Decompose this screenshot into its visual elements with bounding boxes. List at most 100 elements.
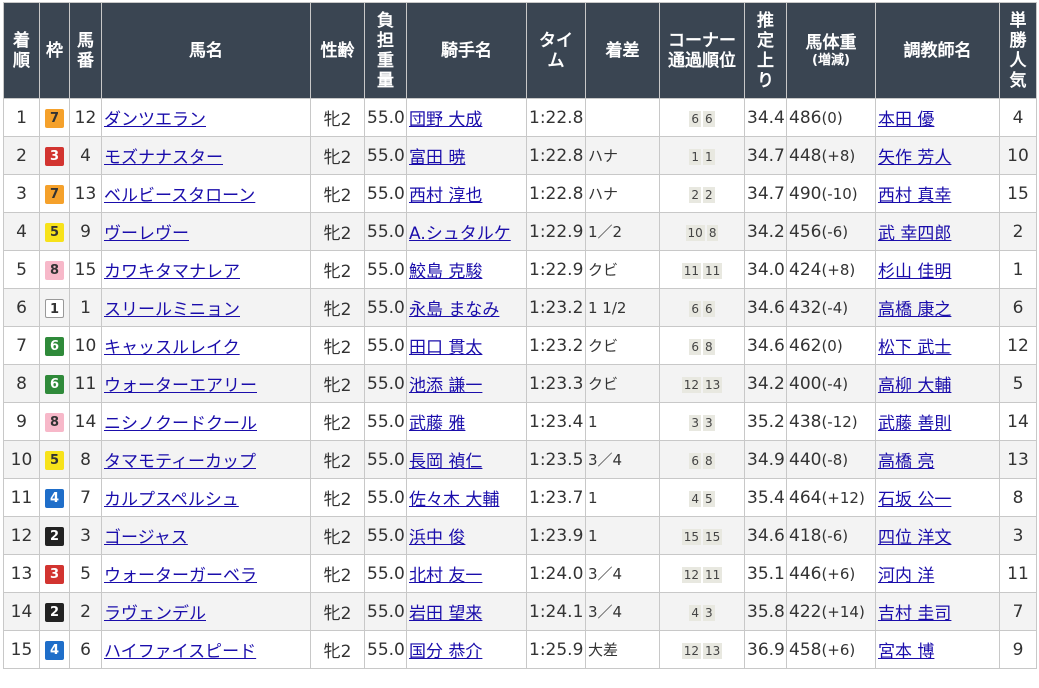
margin-value: 3／4 [588, 451, 623, 469]
horse-name-link[interactable]: ニシノクードクール [104, 414, 257, 434]
time-value: 1:23.2 [529, 335, 584, 356]
trainer-link[interactable]: 高橋 康之 [878, 300, 951, 320]
horse-name-link[interactable]: タマモティーカップ [104, 452, 256, 472]
trainer-link[interactable]: 杉山 佳明 [878, 262, 951, 282]
horse-name-link[interactable]: ベルビースタローン [104, 186, 255, 206]
corner-position-2: 11 [703, 566, 723, 583]
table-row: 6 1 1 スリールミニョン 牝2 55.0 永島 まなみ 1:23.2 1 1/2 6 6 34.6… [3, 288, 1037, 327]
popularity-cell: 7 [999, 592, 1037, 631]
body-weight-cell: 490(-10) [786, 174, 876, 213]
trainer-cell: 石坂 公一 [875, 478, 1000, 517]
trainer-link[interactable]: 石坂 公一 [878, 490, 951, 510]
sex-age-value: 牝2 [323, 604, 352, 624]
jockey-cell: 鮫島 克駿 [406, 250, 527, 289]
jockey-link[interactable]: A.シュタルケ [409, 224, 511, 244]
time-cell: 1:23.2 [526, 326, 586, 365]
popularity-value: 3 [1012, 525, 1024, 546]
trainer-link[interactable]: 松下 武士 [878, 338, 951, 358]
popularity-value: 7 [1012, 601, 1024, 622]
horse-name-link[interactable]: ウォーターエアリー [104, 376, 257, 396]
header-umaban-label: 馬番 [77, 30, 94, 71]
margin-cell: 1 [585, 402, 660, 441]
jockey-link[interactable]: 北村 友一 [409, 566, 482, 586]
jockey-cell: 佐々木 大輔 [406, 478, 527, 517]
table-row: 14 2 2 ラヴェンデル 牝2 55.0 岩田 望来 1:24.1 3／4 4 3 35.8 422(… [3, 592, 1037, 631]
umaban-value: 7 [80, 487, 91, 508]
body-weight-cell: 448(+8) [786, 136, 876, 175]
trainer-link[interactable]: 西村 真幸 [878, 186, 951, 206]
trainer-link[interactable]: 四位 洋文 [878, 528, 951, 548]
horse-name-link[interactable]: ウォーターガーベラ [104, 566, 257, 586]
time-cell: 1:24.0 [526, 554, 586, 593]
table-row: 15 4 6 ハイファイスピード 牝2 55.0 国分 恭介 1:25.9 大差 12 13 36.9… [3, 630, 1037, 669]
jockey-link[interactable]: 西村 淳也 [409, 186, 482, 206]
umaban-value: 15 [74, 259, 97, 280]
jockey-link[interactable]: 佐々木 大輔 [409, 490, 499, 510]
corner-position-1: 10 [685, 224, 705, 241]
jockey-link[interactable]: 岩田 望来 [409, 604, 482, 624]
header-waku-label: 枠 [46, 40, 63, 61]
trainer-link[interactable]: 高柳 大輔 [878, 376, 951, 396]
trainer-link[interactable]: 武藤 善則 [878, 414, 951, 434]
horse-name-link[interactable]: ラヴェンデル [104, 604, 206, 624]
horse-name-link[interactable]: ヴーレヴー [104, 224, 189, 244]
header-rank: 着順 [3, 2, 40, 99]
horse-name-link[interactable]: ゴージャス [104, 528, 188, 548]
sex-age-value: 牝2 [323, 186, 352, 206]
sex-age-cell: 牝2 [310, 554, 365, 593]
corner-cell: 43 [659, 592, 745, 631]
corner-position-2: 8 [706, 224, 719, 241]
umaban-cell: 6 [69, 630, 102, 669]
jockey-link[interactable]: 池添 謙一 [409, 376, 482, 396]
last3f-value: 34.9 [747, 449, 785, 470]
sex-age-value: 牝2 [323, 338, 352, 358]
weight-value: 55.0 [367, 563, 405, 584]
body-weight-value: 456 [789, 221, 822, 242]
margin-cell: 大差 [585, 630, 660, 669]
waku-badge: 6 [45, 375, 64, 394]
horse-name-link[interactable]: カワキタマナレア [104, 262, 240, 282]
jockey-link[interactable]: 永島 まなみ [409, 300, 499, 320]
trainer-link[interactable]: 吉村 圭司 [878, 604, 951, 624]
trainer-link[interactable]: 本田 優 [878, 110, 934, 130]
horse-name-link[interactable]: キャッスルレイク [104, 338, 240, 358]
jockey-cell: 長岡 禎仁 [406, 440, 527, 479]
trainer-link[interactable]: 武 幸四郎 [878, 224, 951, 244]
rank-value: 12 [10, 525, 33, 546]
rank-cell: 6 [3, 288, 40, 327]
time-cell: 1:22.8 [526, 174, 586, 213]
weight-value: 55.0 [367, 487, 405, 508]
corner-position-2: 15 [703, 528, 723, 545]
horse-name-link[interactable]: モズナナスター [104, 148, 223, 168]
jockey-link[interactable]: 富田 暁 [409, 148, 465, 168]
header-margin-label: 着差 [605, 40, 640, 61]
time-cell: 1:22.9 [526, 250, 586, 289]
jockey-link[interactable]: 武藤 雅 [409, 414, 465, 434]
jockey-link[interactable]: 鮫島 克駿 [409, 262, 482, 282]
jockey-link[interactable]: 団野 大成 [409, 110, 482, 130]
waku-cell: 8 [39, 250, 70, 289]
horse-name-link[interactable]: ダンツエラン [104, 110, 206, 130]
weight-value: 55.0 [367, 601, 405, 622]
trainer-cell: 吉村 圭司 [875, 592, 1000, 631]
trainer-link[interactable]: 矢作 芳人 [878, 148, 951, 168]
jockey-link[interactable]: 国分 恭介 [409, 642, 482, 662]
horse-name-link[interactable]: スリールミニョン [104, 300, 240, 320]
popularity-value: 6 [1012, 297, 1024, 318]
trainer-link[interactable]: 宮本 博 [878, 642, 934, 662]
umaban-value: 8 [80, 449, 91, 470]
trainer-cell: 高橋 康之 [875, 288, 1000, 327]
waku-cell: 8 [39, 402, 70, 441]
corner-position-2: 13 [703, 376, 723, 393]
jockey-link[interactable]: 浜中 俊 [409, 528, 465, 548]
horse-name-link[interactable]: ハイファイスピード [104, 642, 256, 662]
waku-cell: 4 [39, 630, 70, 669]
trainer-link[interactable]: 河内 洋 [878, 566, 934, 586]
trainer-link[interactable]: 高橋 亮 [878, 452, 934, 472]
table-row: 10 5 8 タマモティーカップ 牝2 55.0 長岡 禎仁 1:23.5 3／4 6 8 34.9 4… [3, 440, 1037, 479]
jockey-link[interactable]: 長岡 禎仁 [409, 452, 482, 472]
jockey-cell: 浜中 俊 [406, 516, 527, 555]
umaban-cell: 13 [69, 174, 102, 213]
horse-name-link[interactable]: カルプスペルシュ [104, 490, 239, 510]
jockey-link[interactable]: 田口 貫太 [409, 338, 482, 358]
